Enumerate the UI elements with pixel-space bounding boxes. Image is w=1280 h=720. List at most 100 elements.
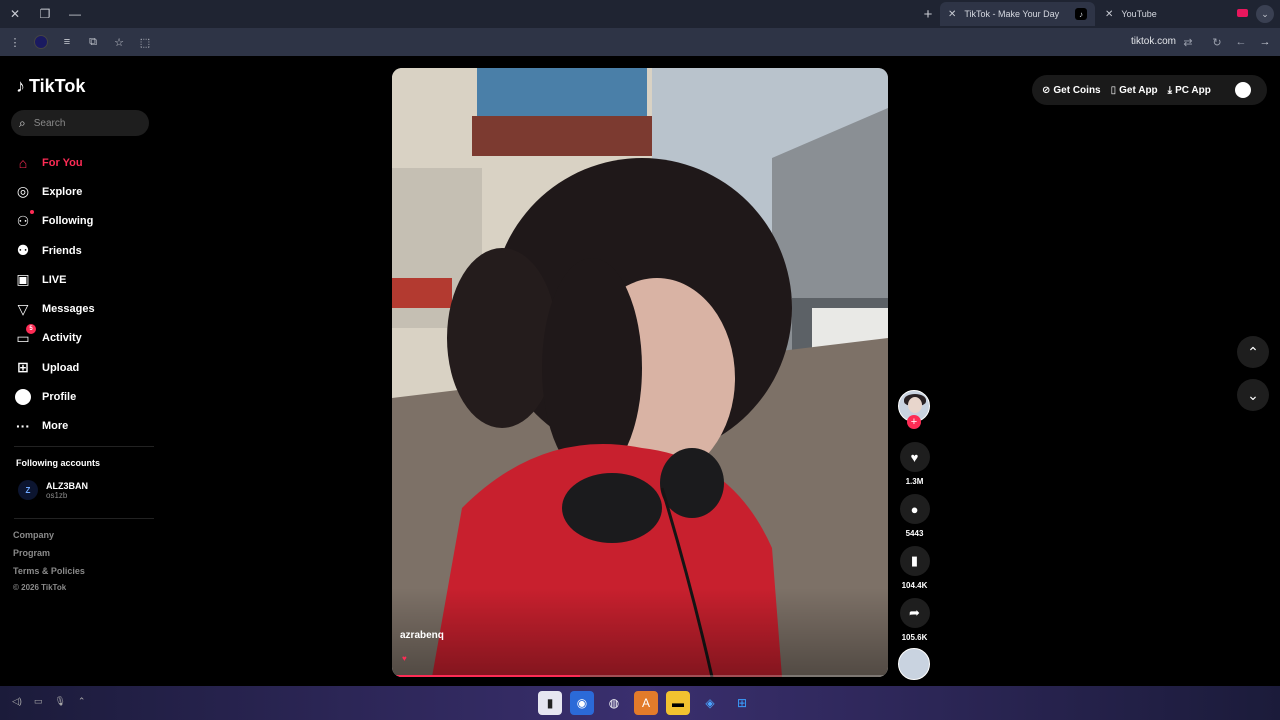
restore-window-icon[interactable]: ❐ — [30, 0, 60, 28]
nav-messages[interactable]: ▽ Messages — [14, 294, 154, 323]
search-icon: ⌕ — [19, 115, 26, 130]
speaker-icon[interactable]: ◁) — [12, 696, 22, 707]
nav-label: More — [42, 420, 69, 433]
nav-explore[interactable]: ◎ Explore — [14, 177, 154, 206]
nav-following[interactable]: ⚇ Following — [14, 207, 154, 236]
footer-link-company[interactable]: Company — [13, 530, 85, 548]
footer-link-terms[interactable]: Terms & Policies — [13, 566, 85, 584]
main-nav: ⌂ For You ◎ Explore ⚇ Following ⚉ Friend… — [14, 148, 154, 441]
nav-upload[interactable]: ⊞ Upload — [14, 353, 154, 382]
download-icon: ⤓ — [1167, 84, 1173, 96]
heart-icon: ♥ — [402, 654, 407, 663]
nav-label: Friends — [42, 244, 82, 257]
tiktok-favicon-icon: ♪ — [1075, 8, 1087, 20]
app-a-icon[interactable]: A — [634, 691, 658, 715]
os-taskbar: ◁) ▭ 🎙 ⌃ ▮ ◉ ◍ A ▬ ◈ ⊞ — [0, 686, 1280, 720]
nav-live[interactable]: ▣ LIVE — [14, 265, 154, 294]
app-circle-icon[interactable]: ◍ — [602, 691, 626, 715]
nav-label: Messages — [42, 303, 95, 316]
comment-action[interactable]: ● 5443 — [898, 494, 931, 538]
back-icon[interactable]: ← — [1230, 31, 1252, 53]
account-handle: os1zb — [46, 490, 68, 500]
extensions-icon[interactable]: ⧉ — [82, 31, 104, 53]
account-name: ALZ3BAN — [46, 480, 88, 491]
bookmark-icon[interactable]: ▮ — [899, 546, 930, 576]
app-diamond-icon[interactable]: ◈ — [698, 691, 722, 715]
copyright: © 2026 TikTok — [13, 583, 67, 592]
profile-avatar[interactable] — [1235, 82, 1251, 98]
menu-dots-icon[interactable]: ⋮ — [4, 31, 26, 53]
chevron-up-icon: ⌃ — [1247, 343, 1259, 360]
tab-close-icon[interactable]: ✕ — [948, 9, 956, 20]
get-coins-button[interactable]: ⊘ Get Coins — [1042, 85, 1101, 96]
reload-icon[interactable]: ↻ — [1206, 31, 1228, 53]
logo-text: TikTok — [29, 76, 86, 96]
nav-for-you[interactable]: ⌂ For You — [14, 148, 154, 177]
share-icon[interactable]: ➦ — [899, 598, 930, 628]
chevron-up-icon[interactable]: ⌃ — [78, 696, 86, 707]
heart-icon[interactable]: ♥ — [899, 442, 930, 472]
profile-avatar-icon[interactable] — [30, 31, 52, 53]
video-player[interactable]: azrabenq ♥ — [392, 68, 888, 677]
tab-tiktok[interactable]: ✕ TikTok - Make Your Day ♪ — [940, 2, 1095, 26]
nav-label: Following — [42, 215, 94, 228]
nav-activity[interactable]: ▭ 5 Activity — [14, 324, 154, 353]
phone-icon: ▯ — [1110, 84, 1117, 96]
tab-youtube[interactable]: ✕ YouTube — [1097, 2, 1257, 26]
following-icon: ⚇ — [14, 210, 34, 230]
nav-profile[interactable]: Profile — [14, 382, 154, 411]
tab-search-icon[interactable]: ⌄ — [1256, 5, 1274, 23]
previous-video-button[interactable]: ⌃ — [1237, 336, 1269, 368]
get-app-button[interactable]: ▯ Get App — [1111, 85, 1158, 96]
tiktok-logo[interactable]: ♪ TikTok — [16, 76, 85, 97]
site-settings-icon[interactable]: ⇄ — [1177, 31, 1199, 53]
video-frame — [392, 68, 888, 677]
pc-app-button[interactable]: ⤓ PC App — [1168, 85, 1211, 96]
video-author[interactable]: azrabenq — [400, 630, 444, 641]
chrome-icon[interactable]: ◉ — [570, 691, 594, 715]
comment-count: 5443 — [905, 529, 924, 538]
button-label: Get Coins — [1053, 84, 1101, 96]
notification-dot — [30, 210, 34, 215]
activity-badge: 5 — [26, 324, 36, 335]
new-tab-icon[interactable]: + — [918, 4, 938, 24]
footer-link-program[interactable]: Program — [13, 548, 85, 566]
live-icon: ▣ — [16, 271, 30, 288]
url-field[interactable]: tiktok.com — [1131, 36, 1176, 47]
search-box[interactable]: ⌕ — [11, 110, 149, 136]
youtube-favicon-icon — [1237, 9, 1248, 17]
monitor-icon[interactable]: ▭ — [34, 696, 43, 707]
file-explorer-icon[interactable]: ▬ — [666, 691, 690, 715]
share-action[interactable]: ➦ 105.6K — [898, 598, 931, 642]
video-progress-bar[interactable] — [392, 675, 888, 677]
close-window-icon[interactable]: ✕ — [0, 0, 30, 28]
nav-label: For You — [42, 156, 83, 169]
minimize-window-icon[interactable]: — — [60, 0, 90, 28]
following-account-item[interactable]: Z ALZ3BAN os1zb — [18, 480, 88, 500]
nav-friends[interactable]: ⚉ Friends — [14, 236, 154, 265]
nav-more[interactable]: ··· More — [14, 412, 154, 441]
divider — [14, 518, 154, 519]
button-label: PC App — [1175, 84, 1211, 96]
tab-close-icon[interactable]: ✕ — [1105, 9, 1113, 20]
save-action[interactable]: ▮ 104.4K — [898, 546, 931, 590]
like-action[interactable]: ♥ 1.3M — [898, 442, 931, 486]
forward-icon[interactable]: → — [1254, 31, 1276, 53]
microphone-icon[interactable]: 🎙 — [54, 696, 65, 707]
reading-list-icon[interactable]: ≡ — [56, 31, 78, 53]
sidebar: ♪ TikTok ⌕ ⌂ For You ◎ Explore ⚇ Followi… — [0, 56, 160, 686]
profile-icon — [14, 388, 32, 406]
bookmark-star-icon[interactable]: ☆ — [108, 31, 130, 53]
top-actions-bar: ⊘ Get Coins ▯ Get App ⤓ PC App — [1032, 75, 1267, 105]
app-file-icon[interactable]: ▮ — [538, 691, 562, 715]
video-actions: + ♥ 1.3M ● 5443 ▮ 104.4K ➦ 105.6K — [898, 390, 931, 642]
comment-icon[interactable]: ● — [899, 494, 930, 524]
follow-plus-icon[interactable]: + — [907, 415, 921, 429]
search-input[interactable] — [33, 117, 134, 129]
windows-start-icon[interactable]: ⊞ — [730, 691, 754, 715]
friends-icon: ⚉ — [16, 242, 30, 259]
music-disc-avatar[interactable] — [898, 648, 930, 680]
screenshot-icon[interactable]: ⬚ — [134, 31, 156, 53]
next-video-button[interactable]: ⌄ — [1237, 379, 1269, 411]
tiktok-note-icon: ♪ — [16, 76, 25, 96]
